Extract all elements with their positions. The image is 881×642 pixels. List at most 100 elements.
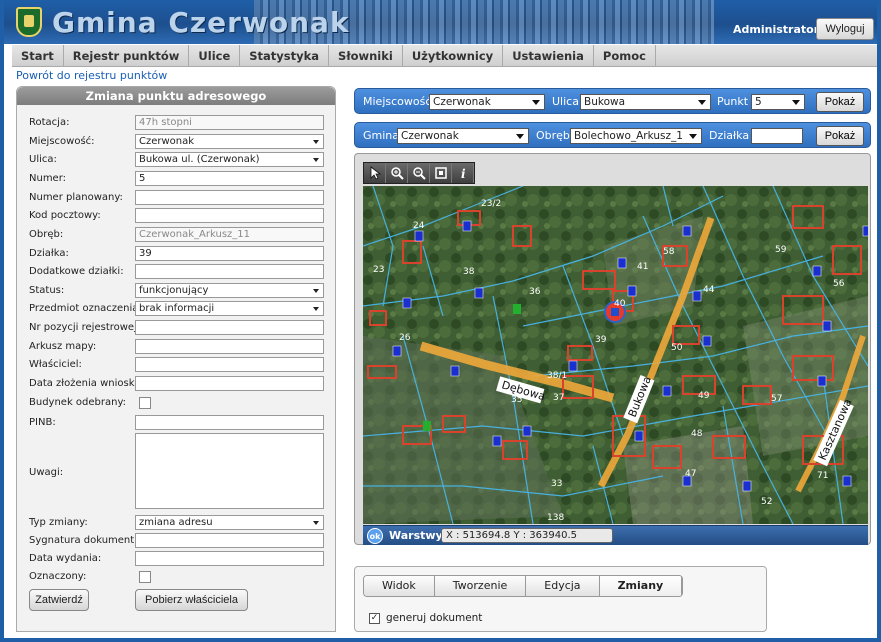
mode-tab-strip: Widok Tworzenie Edycja Zmiany	[363, 575, 684, 597]
layers-button[interactable]: Warstwy	[389, 529, 443, 542]
precinct-field[interactable]: Czerwonak_Arkusz_11	[135, 227, 324, 242]
notes-label: Uwagi:	[29, 467, 64, 478]
tab-edit[interactable]: Edycja	[526, 576, 600, 596]
postal-code-label: Kod pocztowy:	[29, 210, 101, 221]
parcel-number: 59	[775, 245, 787, 255]
change-type-select[interactable]: zmiana adresu	[135, 515, 324, 530]
nav-item-users[interactable]: Użytkownicy	[403, 45, 504, 66]
info-icon[interactable]: i	[452, 163, 474, 183]
street-select[interactable]: Bukowa ul. (Czerwonak)	[135, 152, 324, 167]
pinb-label: PINB:	[29, 417, 56, 428]
locality-select[interactable]: Czerwonak	[135, 134, 324, 149]
zoom-extent-icon[interactable]	[430, 163, 452, 183]
parcel-number: 44	[703, 285, 715, 295]
document-signature-field[interactable]	[135, 533, 324, 548]
owner-label: Właściciel:	[29, 359, 82, 370]
locality-query-select[interactable]: Czerwonak	[429, 94, 545, 110]
parcel-number: 41	[637, 262, 648, 272]
notes-textarea[interactable]	[135, 433, 324, 509]
document-signature-label: Sygnatura dokumentu:	[29, 535, 144, 546]
layers-icon[interactable]: ok	[367, 528, 383, 544]
back-to-register-link[interactable]: Powrót do rejestru punktów	[16, 69, 167, 82]
fetch-owner-button[interactable]: Pobierz właściciela	[135, 589, 248, 611]
parcel-number: 36	[529, 287, 541, 297]
application-date-label: Data złożenia wniosku:	[29, 378, 144, 389]
street-query-select[interactable]: Bukowa	[580, 94, 711, 110]
postal-code-field[interactable]	[135, 208, 324, 223]
tab-view[interactable]: Widok	[364, 576, 435, 596]
parcel-field[interactable]: 39	[135, 246, 324, 261]
marked-checkbox[interactable]	[139, 571, 151, 583]
issue-date-field[interactable]	[135, 551, 324, 566]
parcel-number: 23/2	[481, 199, 501, 209]
parcel-number: 35	[511, 395, 522, 405]
number-field[interactable]: 5	[135, 171, 324, 186]
parcel-query-label: Działka	[709, 129, 750, 142]
nav-item-streets[interactable]: Ulice	[189, 45, 241, 66]
application-date-field[interactable]	[135, 376, 324, 391]
rotation-field[interactable]: 47h stopni	[135, 115, 324, 130]
parcel-number: 49	[698, 391, 710, 401]
parcel-number: 58	[663, 247, 675, 257]
building-accepted-label: Budynek odebrany:	[29, 397, 127, 408]
logout-button[interactable]: Wyloguj	[816, 18, 874, 40]
street-query-label: Ulica	[552, 95, 579, 108]
parcel-query-input[interactable]	[751, 128, 803, 144]
generate-document-label: generuj dokument	[386, 612, 483, 624]
map-sheet-field[interactable]	[135, 339, 324, 354]
address-query-bar: Miejscowość Czerwonak Ulica Bukowa Punkt…	[354, 88, 871, 114]
parcel-number: 47	[685, 469, 696, 479]
nav-item-start[interactable]: Start	[12, 45, 64, 66]
app-title: Gmina Czerwonak	[52, 6, 350, 39]
parcel-number: 33	[551, 479, 562, 489]
rotation-label: Rotacja:	[29, 117, 70, 128]
zoom-out-icon[interactable]	[408, 163, 430, 183]
register-position-field[interactable]	[135, 320, 324, 335]
extra-parcels-field[interactable]	[135, 264, 324, 279]
map-canvas[interactable]: Dębowa Bukowa Kasztanowa 23/2 24 23 26 3…	[363, 186, 868, 524]
generate-document-checkbox[interactable]: ✓	[369, 613, 380, 624]
status-select[interactable]: funkcjonujący	[135, 283, 324, 298]
app-window: Gmina Czerwonak Administrator Wyloguj St…	[0, 0, 881, 642]
main-nav: Start Rejestr punktów Ulice Statystyka S…	[12, 45, 877, 67]
parcel-number: 23	[373, 265, 384, 275]
change-type-label: Typ zmiany:	[29, 517, 88, 528]
building-accepted-checkbox[interactable]	[139, 397, 151, 409]
parcel-number: 26	[399, 333, 411, 343]
nav-item-settings[interactable]: Ustawienia	[503, 45, 594, 66]
subject-label: Przedmiot oznaczenia:	[29, 303, 142, 314]
map-toolbar: i	[363, 162, 475, 184]
address-point-form: Zmiana punktu adresowego Rotacja: 47h sto…	[16, 86, 336, 632]
commune-query-label: Gmina	[363, 129, 400, 142]
precinct-query-select[interactable]: Bolechowo_Arkusz_1	[570, 128, 702, 144]
point-query-label: Punkt	[717, 95, 749, 108]
parcel-number: 50	[671, 343, 683, 353]
pointer-tool-icon[interactable]	[364, 163, 386, 183]
parcel-number: 71	[817, 471, 828, 481]
nav-item-point-register[interactable]: Rejestr punktów	[64, 45, 190, 66]
confirm-button[interactable]: Zatwierdź	[29, 589, 89, 611]
precinct-label: Obręb:	[29, 229, 64, 240]
pinb-field[interactable]	[135, 415, 324, 430]
number-label: Numer:	[29, 173, 67, 184]
coat-of-arms-icon	[16, 7, 42, 37]
parcel-number: 56	[833, 279, 845, 289]
tab-create[interactable]: Tworzenie	[434, 576, 527, 596]
nav-item-help[interactable]: Pomoc	[594, 45, 656, 66]
marked-label: Oznaczony:	[29, 571, 87, 582]
issue-date-label: Data wydania:	[29, 553, 102, 564]
tab-changes[interactable]: Zmiany	[599, 576, 683, 596]
commune-query-select[interactable]: Czerwonak	[397, 128, 529, 144]
precinct-query-label: Obręb	[536, 129, 570, 142]
point-query-select[interactable]: 5	[751, 94, 805, 110]
form-title: Zmiana punktu adresowego	[17, 87, 335, 105]
zoom-in-icon[interactable]	[386, 163, 408, 183]
parcel-number: 40	[614, 299, 626, 309]
planned-number-field[interactable]	[135, 190, 324, 205]
show-address-button[interactable]: Pokaż	[816, 92, 864, 112]
show-parcel-button[interactable]: Pokaż	[816, 126, 864, 146]
nav-item-dictionaries[interactable]: Słowniki	[329, 45, 403, 66]
owner-field[interactable]	[135, 357, 324, 372]
subject-select[interactable]: brak informacji	[135, 301, 324, 316]
nav-item-statistics[interactable]: Statystyka	[240, 45, 330, 66]
